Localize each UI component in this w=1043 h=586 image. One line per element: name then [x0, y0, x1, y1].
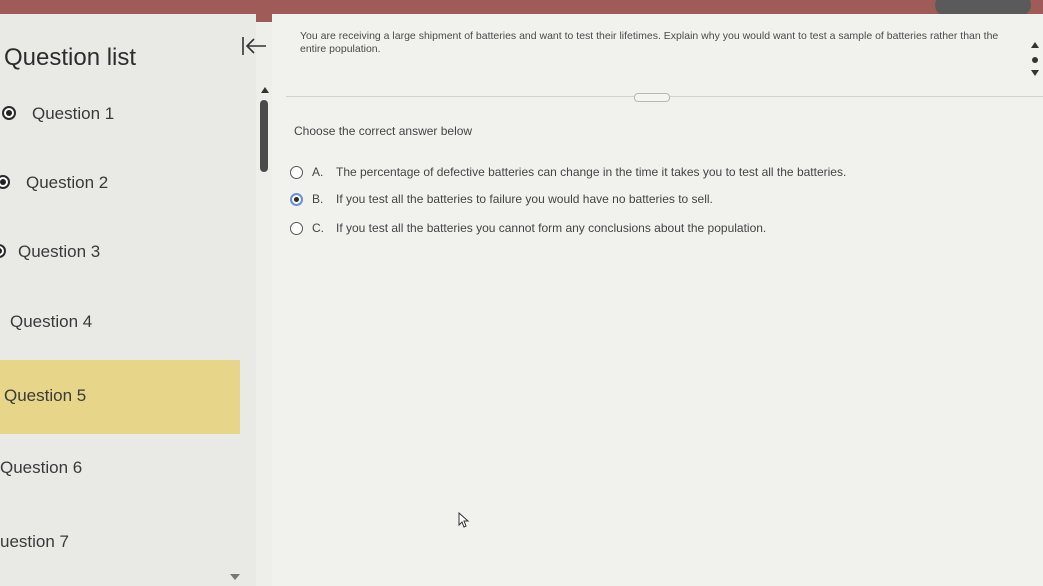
- option-letter: B.: [312, 192, 324, 206]
- sidebar-item-label: Question 4: [10, 312, 93, 331]
- answer-option-c[interactable]: C. If you test all the batteries you can…: [290, 220, 990, 238]
- option-text: If you test all the batteries to failure…: [336, 192, 713, 206]
- answered-indicator-icon: [2, 106, 16, 120]
- question-prompt: You are receiving a large shipment of ba…: [300, 30, 999, 55]
- question-panel: You are receiving a large shipment of ba…: [272, 14, 1043, 586]
- scroll-down-arrow-icon[interactable]: [230, 574, 240, 580]
- answer-option-a[interactable]: A. The percentage of defective batteries…: [290, 164, 990, 182]
- option-text: If you test all the batteries you cannot…: [336, 221, 767, 235]
- sidebar-item-label: Question 6: [0, 458, 83, 477]
- option-letter: C.: [312, 221, 324, 235]
- answered-indicator-icon: [0, 175, 10, 189]
- sidebar-item-question-6[interactable]: Question 6: [0, 434, 240, 500]
- scroll-up-arrow-icon[interactable]: [261, 87, 269, 93]
- question-list-title: Question list: [4, 44, 137, 71]
- option-letter: A.: [312, 165, 324, 179]
- sidebar-scrollbar[interactable]: [230, 82, 272, 582]
- sidebar-item-label: uestion 7: [0, 532, 69, 551]
- question-list-panel: Question list Question 1 Question 2 Ques…: [0, 14, 256, 586]
- sidebar-item-label: Question 2: [26, 173, 109, 192]
- scroll-up-arrow-icon[interactable]: [1031, 42, 1039, 48]
- scrollbar-thumb[interactable]: [260, 100, 268, 172]
- sidebar-item-label: Question 1: [32, 104, 115, 123]
- sidebar-item-label: Question 5: [4, 386, 87, 405]
- sidebar-item-question-4[interactable]: Question 4: [0, 288, 240, 354]
- radio-button-selected[interactable]: [290, 193, 303, 206]
- answer-instruction: Choose the correct answer below: [294, 124, 473, 138]
- sidebar-item-label: Question 3: [18, 242, 101, 261]
- radio-button[interactable]: [290, 166, 303, 179]
- option-text: The percentage of defective batteries ca…: [336, 165, 847, 179]
- answer-option-b[interactable]: B. If you test all the batteries to fail…: [290, 191, 990, 209]
- prompt-scrollbar[interactable]: [1029, 40, 1041, 90]
- divider-drag-handle[interactable]: [634, 93, 670, 102]
- scroll-down-arrow-icon[interactable]: [1031, 70, 1039, 76]
- sidebar-item-question-5[interactable]: Question 5: [0, 360, 240, 434]
- sidebar-item-question-1[interactable]: Question 1: [0, 80, 240, 146]
- sidebar-item-question-7[interactable]: uestion 7: [0, 508, 240, 574]
- radio-button[interactable]: [290, 222, 303, 235]
- sidebar-item-question-2[interactable]: Question 2: [0, 150, 240, 216]
- answered-indicator-icon: [0, 244, 6, 258]
- sidebar-item-question-3[interactable]: Question 3: [0, 218, 240, 284]
- scrollbar-thumb[interactable]: [1032, 57, 1038, 63]
- mouse-pointer-icon: [458, 512, 470, 528]
- collapse-left-icon[interactable]: [240, 34, 270, 58]
